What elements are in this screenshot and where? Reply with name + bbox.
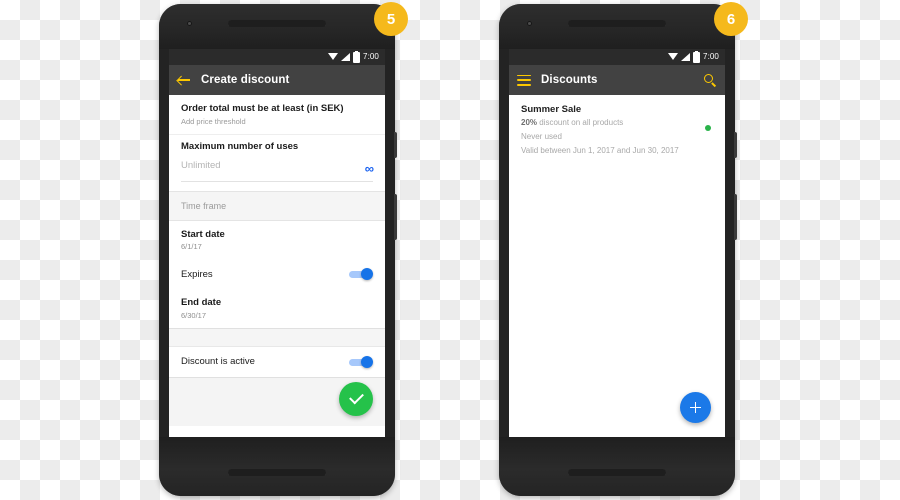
phone-2-screen: 7:00 Discounts Summer Sale 20% discount … xyxy=(509,49,725,437)
discount-usage: Never used xyxy=(521,131,562,141)
step-badge-6: 6 xyxy=(714,2,748,36)
app-bar-discounts: Discounts xyxy=(509,65,725,95)
status-bar: 7:00 xyxy=(169,49,385,65)
phone-1-screen: 7:00 Create discount Order total must be… xyxy=(169,49,385,437)
form-footer xyxy=(169,376,385,426)
wifi-icon xyxy=(328,53,339,60)
field-expires[interactable]: Expires xyxy=(169,259,385,289)
expires-toggle[interactable] xyxy=(349,268,373,281)
discount-form: Order total must be at least (in SEK) Ad… xyxy=(169,95,385,426)
discount-active-toggle[interactable] xyxy=(349,355,373,368)
phone-bottom-bezel xyxy=(159,437,395,496)
status-time: 7:00 xyxy=(703,52,719,61)
confirm-fab-button[interactable] xyxy=(339,381,373,416)
field-start-date[interactable]: Start date 6/1/17 xyxy=(169,221,385,260)
field-max-uses-label: Maximum number of uses xyxy=(181,140,299,152)
field-expires-label: Expires xyxy=(181,268,213,280)
page-title: Create discount xyxy=(201,74,290,86)
field-start-date-value: 6/1/17 xyxy=(181,242,202,252)
section-spacer xyxy=(169,327,385,347)
toggle-knob xyxy=(361,268,373,281)
discount-name: Summer Sale xyxy=(521,104,582,115)
section-time-frame: Time frame xyxy=(169,190,385,221)
field-max-uses-input-wrap[interactable]: Unlimited ∞ xyxy=(169,156,385,178)
phone-bottom-bezel xyxy=(499,437,735,496)
toggle-knob xyxy=(361,355,373,368)
status-badge xyxy=(705,125,711,131)
phone-2-body: Summer Sale 20% discount on all products… xyxy=(509,95,725,437)
phone-1-body: Order total must be at least (in SEK) Ad… xyxy=(169,95,385,437)
back-arrow-icon[interactable] xyxy=(177,73,191,87)
check-icon xyxy=(348,389,364,405)
field-end-date-label: End date xyxy=(181,297,222,309)
field-price-threshold-hint: Add price threshold xyxy=(181,116,246,126)
phone-device-1: 7:00 Create discount Order total must be… xyxy=(159,4,397,496)
list-item[interactable]: Summer Sale 20% discount on all products… xyxy=(509,95,725,166)
phone-top-bezel xyxy=(499,4,735,49)
screenshot-stage: 7:00 Create discount Order total must be… xyxy=(0,0,900,500)
max-uses-input[interactable]: Unlimited xyxy=(181,160,373,171)
battery-icon xyxy=(693,50,701,63)
earpiece-speaker xyxy=(568,20,666,27)
field-start-date-label: Start date xyxy=(181,228,225,240)
hamburger-menu-icon[interactable] xyxy=(517,74,531,86)
earpiece-speaker xyxy=(228,20,326,27)
field-end-date[interactable]: End date 6/30/17 xyxy=(169,289,385,328)
phone-device-2: 7:00 Discounts Summer Sale 20% discount … xyxy=(499,4,737,496)
power-button[interactable] xyxy=(394,132,397,158)
volume-button[interactable] xyxy=(394,194,397,240)
power-button[interactable] xyxy=(734,132,737,158)
field-max-uses[interactable]: Maximum number of uses xyxy=(169,135,385,156)
volume-button[interactable] xyxy=(734,194,737,240)
signal-icon xyxy=(681,53,691,61)
add-discount-fab-button[interactable] xyxy=(680,392,711,423)
status-time: 7:00 xyxy=(363,52,379,61)
search-icon[interactable] xyxy=(703,73,717,87)
status-bar: 7:00 xyxy=(509,49,725,65)
front-camera-icon xyxy=(527,21,532,26)
bottom-speaker xyxy=(568,469,666,476)
front-camera-icon xyxy=(187,21,192,26)
discount-validity: Valid between Jun 1, 2017 and Jun 30, 20… xyxy=(521,145,679,155)
infinity-icon[interactable]: ∞ xyxy=(365,162,374,175)
field-price-threshold[interactable]: Order total must be at least (in SEK) Ad… xyxy=(169,95,385,135)
bottom-speaker xyxy=(228,469,326,476)
wifi-icon xyxy=(668,53,679,60)
field-end-date-value: 6/30/17 xyxy=(181,311,207,320)
form-gap xyxy=(169,182,385,191)
signal-icon xyxy=(341,53,351,61)
step-badge-5: 5 xyxy=(374,2,408,36)
field-discount-active-label: Discount is active xyxy=(181,356,255,368)
battery-icon xyxy=(353,50,361,63)
add-plus-icon xyxy=(689,401,702,414)
field-price-threshold-label: Order total must be at least (in SEK) xyxy=(181,103,344,114)
discount-description-text: discount on all products xyxy=(537,118,624,127)
discount-amount: 20% xyxy=(521,118,538,127)
phone-top-bezel xyxy=(159,4,395,49)
app-bar-create-discount: Create discount xyxy=(169,65,385,95)
page-title: Discounts xyxy=(541,74,598,86)
field-discount-active[interactable]: Discount is active xyxy=(169,347,385,377)
discount-description: 20% discount on all products xyxy=(521,118,713,129)
